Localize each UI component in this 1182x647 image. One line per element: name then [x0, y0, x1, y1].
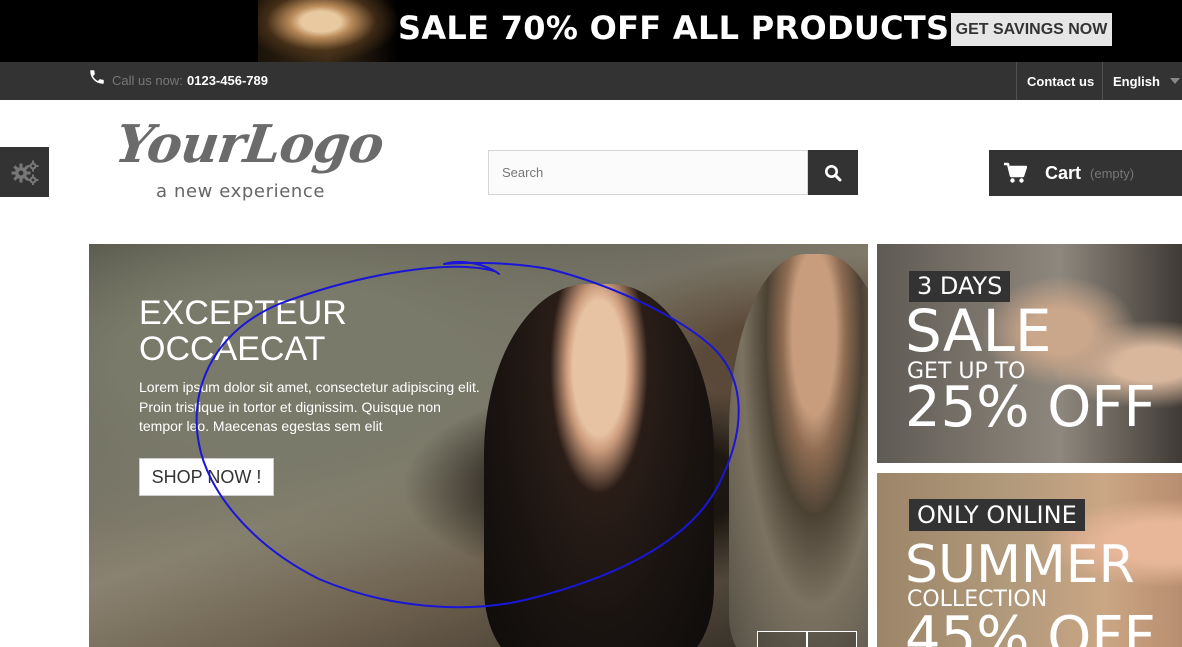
- slider-next-button[interactable]: [807, 631, 857, 647]
- slide-model-man: [729, 254, 868, 647]
- cart-button[interactable]: Cart (empty): [989, 150, 1182, 196]
- chevron-down-icon: [1169, 78, 1180, 84]
- banner-headline: SUMMER: [905, 535, 1135, 595]
- search-form: [488, 150, 858, 195]
- homepage-slider[interactable]: EXCEPTEUR OCCAECAT Lorem ipsum dolor sit…: [89, 244, 868, 647]
- promo-banner[interactable]: SALE 70% OFF ALL PRODUCTS GET SAVINGS NO…: [0, 0, 1182, 62]
- get-savings-button[interactable]: GET SAVINGS NOW: [951, 13, 1112, 46]
- language-label: English: [1113, 73, 1160, 89]
- slider-controls: [757, 631, 857, 647]
- site-logo[interactable]: YourLogo a new experience: [112, 114, 406, 204]
- slider-prev-button[interactable]: [757, 631, 807, 647]
- cart-status: (empty): [1090, 165, 1135, 181]
- search-input[interactable]: [488, 150, 808, 195]
- gear-icon: [11, 160, 38, 185]
- slide-model-woman: [484, 284, 714, 647]
- banner-discount: 25% OFF: [905, 375, 1156, 440]
- nav-right-group: Contact us English: [1016, 62, 1182, 100]
- call-us-label: Call us now:: [112, 73, 183, 88]
- banner-discount: 45% OFF: [905, 605, 1156, 647]
- slide-description: Lorem ipsum dolor sit amet, consectetur …: [139, 379, 480, 434]
- banner-tag: ONLY ONLINE: [909, 499, 1085, 531]
- shop-now-button[interactable]: SHOP NOW !: [139, 458, 274, 496]
- slide-title: EXCEPTEUR OCCAECAT: [139, 294, 347, 368]
- language-selector[interactable]: English: [1102, 62, 1182, 100]
- logo-tagline: a new experience: [156, 181, 326, 202]
- cart-label: Cart: [1045, 162, 1082, 183]
- banner-summer-collection[interactable]: ONLY ONLINE SUMMER COLLECTION 45% OFF: [877, 473, 1182, 647]
- search-icon: [825, 164, 842, 181]
- cart-icon: [1004, 162, 1027, 183]
- phone-icon: [90, 70, 104, 84]
- logo-wordmark: YourLogo: [111, 114, 388, 175]
- banner-three-days-sale[interactable]: 3 DAYS SALE GET UP TO 25% OFF: [877, 244, 1182, 463]
- search-button[interactable]: [808, 150, 858, 195]
- promo-text: SALE 70% OFF ALL PRODUCTS: [398, 9, 950, 47]
- theme-settings-toggle[interactable]: [0, 147, 49, 197]
- banner-headline: SALE: [905, 297, 1052, 365]
- phone-number: 0123-456-789: [187, 73, 268, 88]
- promo-model-image: [258, 0, 398, 62]
- contact-us-link[interactable]: Contact us: [1016, 62, 1102, 100]
- top-nav-bar: Call us now: 0123-456-789 Contact us Eng…: [0, 62, 1182, 100]
